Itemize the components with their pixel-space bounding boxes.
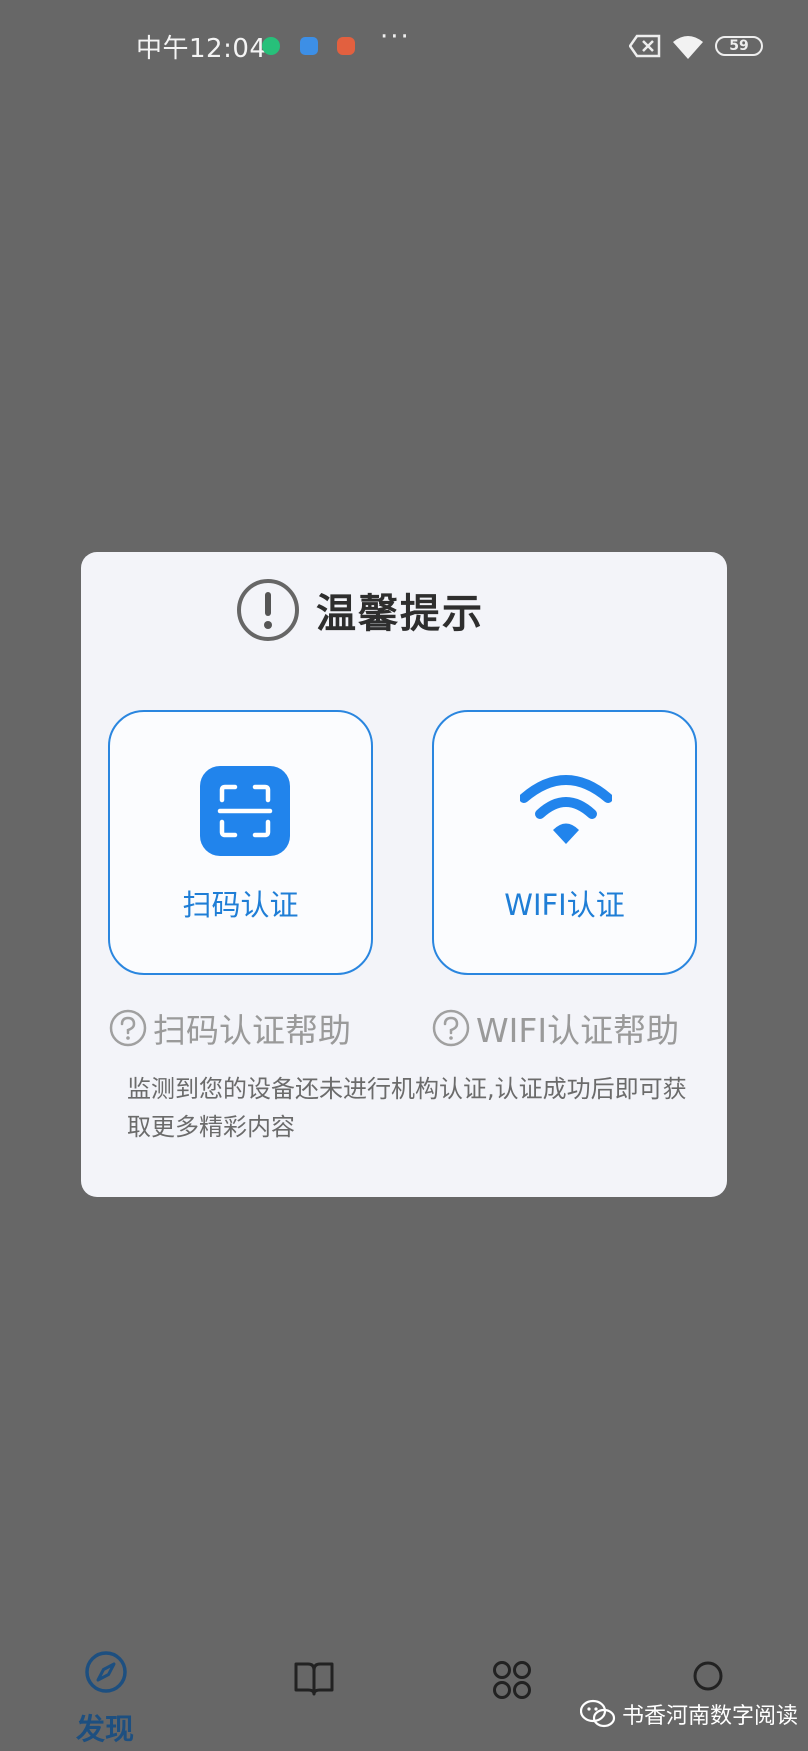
download-app-icon — [300, 37, 318, 55]
status-bar: 中午12:04 ··· 59 — [0, 0, 808, 95]
nav-label-discover: 发现 — [76, 1712, 135, 1746]
shield-app-icon — [262, 37, 280, 55]
scan-help-link[interactable]: 扫码认证帮助 — [109, 1004, 351, 1052]
wifi-help-label: WIFI认证帮助 — [476, 1011, 680, 1050]
wechat-watermark: 书香河南数字阅读 — [580, 1698, 798, 1730]
nav-tab-profile[interactable] — [692, 1660, 724, 1696]
exclamation-circle-icon — [237, 579, 299, 641]
wifi-signal-icon — [520, 775, 612, 844]
dialog-description: 监测到您的设备还未进行机构认证,认证成功后即可获取更多精彩内容 — [127, 1075, 687, 1141]
wifi-icon — [673, 36, 703, 59]
status-time: 中午12:04 — [136, 34, 267, 64]
sim-off-icon — [629, 34, 661, 58]
scan-help-label: 扫码认证帮助 — [153, 1011, 351, 1050]
book-icon — [294, 1662, 334, 1696]
nav-tab-discover[interactable] — [84, 1650, 128, 1698]
wechat-icon — [580, 1699, 616, 1728]
warm-tip-dialog: 温馨提示 扫码认证 WIFI认证 扫码认证帮助 WIFI认证帮助 监测到您的设备… — [81, 552, 727, 1197]
nav-tab-bookshelf[interactable] — [294, 1660, 334, 1700]
wifi-help-link[interactable]: WIFI认证帮助 — [432, 1004, 679, 1052]
nav-tab-apps[interactable] — [492, 1660, 532, 1704]
compass-icon — [85, 1651, 127, 1693]
question-circle-icon — [432, 1009, 470, 1047]
scan-auth-button[interactable]: 扫码认证 — [108, 710, 373, 975]
wifi-auth-label: WIFI认证 — [504, 888, 625, 922]
more-notifications-icon: ··· — [380, 22, 411, 52]
battery-icon: 59 — [715, 36, 763, 56]
bottom-nav: 发现 书香河南数字阅读 — [0, 1640, 808, 1751]
dialog-header: 温馨提示 — [236, 578, 484, 642]
wifi-auth-button[interactable]: WIFI认证 — [432, 710, 697, 975]
avatar-app-icon — [337, 37, 355, 55]
question-circle-icon — [109, 1009, 147, 1047]
scan-qr-icon — [200, 766, 290, 856]
watermark-text: 书香河南数字阅读 — [622, 1704, 799, 1729]
profile-icon — [693, 1661, 723, 1691]
apps-grid-icon — [493, 1661, 531, 1699]
dialog-title: 温馨提示 — [316, 591, 484, 637]
scan-auth-label: 扫码认证 — [182, 888, 299, 922]
